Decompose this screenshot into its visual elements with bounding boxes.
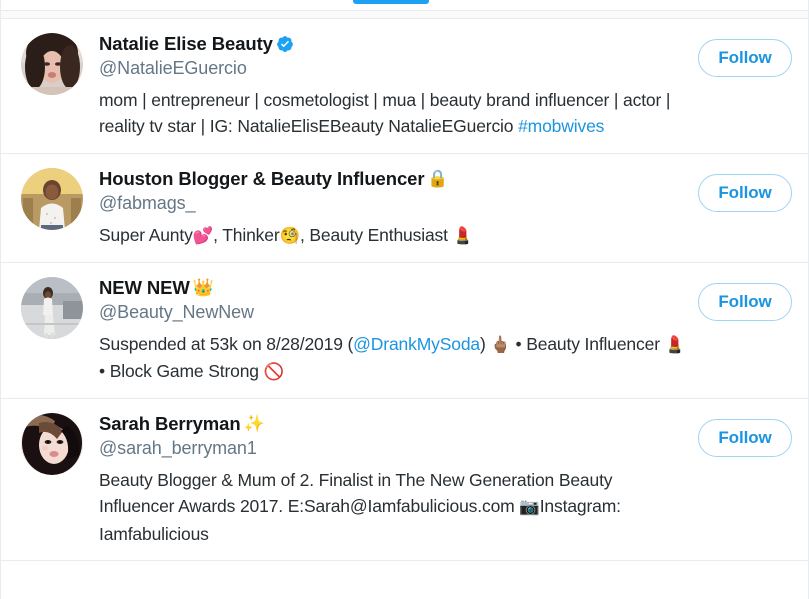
card-main: Sarah Berryman ✨ @sarah_berryman1 Beauty…	[99, 413, 792, 547]
display-name[interactable]: Houston Blogger & Beauty Influencer	[99, 168, 425, 189]
bio-hashtag-link[interactable]: #mobwives	[518, 116, 604, 136]
user-bio: Beauty Blogger & Mum of 2. Finalist in T…	[99, 467, 686, 547]
follow-button[interactable]: Follow	[698, 174, 792, 213]
lipstick-emoji: 💄	[664, 335, 686, 354]
hearts-emoji: 💕	[192, 226, 214, 245]
card-text: Sarah Berryman ✨ @sarah_berryman1 Beauty…	[99, 413, 686, 547]
crown-emoji: 👑	[192, 278, 214, 298]
natalie-elise-beauty-avatar	[21, 33, 83, 95]
card-text: Houston Blogger & Beauty Influencer 🔒 @f…	[99, 168, 686, 249]
bio-text: )	[480, 333, 491, 354]
user-suggestions-page: Natalie Elise Beauty @NatalieEGuercio mo…	[0, 0, 809, 599]
sparkles-emoji: ✨	[243, 414, 265, 434]
bio-text: • Block Game Strong	[99, 360, 264, 381]
tab-strip-gap	[1, 11, 808, 19]
list-item[interactable]: Sarah Berryman ✨ @sarah_berryman1 Beauty…	[1, 399, 808, 562]
card-text: Natalie Elise Beauty @NatalieEGuercio mo…	[99, 33, 686, 140]
list-item[interactable]: Natalie Elise Beauty @NatalieEGuercio mo…	[1, 19, 808, 155]
name-row: Houston Blogger & Beauty Influencer 🔒	[99, 168, 686, 189]
bio-text: • Beauty Influencer	[510, 333, 665, 354]
name-row: Sarah Berryman ✨	[99, 413, 686, 434]
follow-button[interactable]: Follow	[698, 419, 792, 457]
user-handle[interactable]: @sarah_berryman1	[99, 438, 686, 460]
avatar[interactable]	[21, 413, 83, 475]
user-handle[interactable]: @fabmags_	[99, 193, 686, 215]
bio-text: , Thinker	[213, 224, 280, 245]
tab-strip	[1, 0, 808, 11]
prohibited-emoji: 🚫	[263, 362, 285, 381]
verified-badge-icon	[276, 35, 294, 53]
bio-text: Suspended at 53k on 8/28/2019 (	[99, 333, 354, 354]
display-name[interactable]: Sarah Berryman	[99, 413, 241, 434]
sarah-berryman-avatar	[21, 413, 83, 475]
bio-text: Super Aunty	[99, 224, 193, 245]
bio-text: , Beauty Enthusiast	[299, 224, 453, 245]
card-main: NEW NEW 👑 @Beauty_NewNew Suspended at 53…	[99, 277, 792, 385]
avatar[interactable]	[21, 168, 83, 231]
protected-lock-icon: 🔒	[427, 169, 449, 189]
follow-button[interactable]: Follow	[698, 282, 792, 321]
middle-finger-emoji: 🖕🏽	[490, 335, 511, 354]
user-list: Natalie Elise Beauty @NatalieEGuercio mo…	[1, 19, 808, 562]
bio-mention-link[interactable]: @DrankMySoda	[353, 334, 480, 354]
user-bio: Super Aunty💕, Thinker🧐, Beauty Enthusias…	[99, 222, 686, 249]
name-row: Natalie Elise Beauty	[99, 33, 686, 54]
card-text: NEW NEW 👑 @Beauty_NewNew Suspended at 53…	[99, 277, 686, 385]
user-handle[interactable]: @NatalieEGuercio	[99, 58, 686, 80]
user-bio: mom | entrepreneur | cosmetologist | mua…	[99, 87, 686, 140]
user-bio: Suspended at 53k on 8/28/2019 (@DrankMyS…	[99, 331, 686, 385]
list-item[interactable]: NEW NEW 👑 @Beauty_NewNew Suspended at 53…	[1, 262, 808, 399]
avatar[interactable]	[21, 276, 83, 339]
fabmags-avatar	[21, 168, 83, 231]
name-row: NEW NEW 👑	[99, 277, 686, 298]
list-item[interactable]: Houston Blogger & Beauty Influencer 🔒 @f…	[1, 154, 808, 263]
beauty-newnew-avatar	[21, 276, 83, 339]
display-name[interactable]: NEW NEW	[99, 277, 190, 298]
card-main: Natalie Elise Beauty @NatalieEGuercio mo…	[99, 33, 792, 140]
monocle-face-emoji: 🧐	[279, 226, 301, 245]
camera-emoji: 📷	[519, 498, 540, 517]
lipstick-emoji: 💄	[452, 226, 474, 245]
avatar[interactable]	[21, 33, 83, 95]
user-handle[interactable]: @Beauty_NewNew	[99, 302, 686, 324]
card-main: Houston Blogger & Beauty Influencer 🔒 @f…	[99, 168, 792, 249]
follow-button[interactable]: Follow	[698, 39, 792, 77]
active-tab-indicator	[353, 0, 429, 4]
display-name[interactable]: Natalie Elise Beauty	[99, 33, 273, 54]
